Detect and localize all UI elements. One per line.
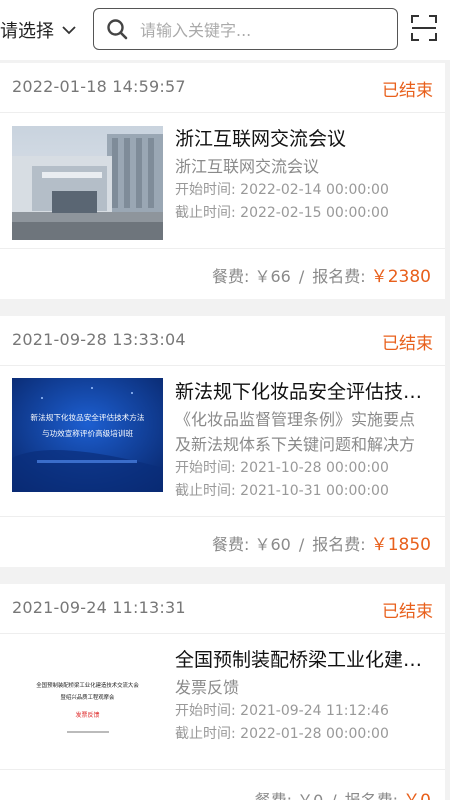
event-info: 全国预制装配桥梁工业化建造技术交流大会 发票反馈 开始时间: 2021-09-2…: [175, 647, 425, 746]
start-time-label: 开始时间:: [175, 703, 236, 719]
meal-fee-label: 餐费:: [255, 791, 292, 800]
start-time-row: 开始时间: 2021-10-28 00:00:00: [175, 457, 425, 480]
fee-separator: /: [331, 791, 336, 800]
start-time-value: 2021-10-28 00:00:00: [240, 460, 389, 476]
fee-row: 餐费: ￥60 / 报名费: ￥1850: [212, 530, 431, 555]
start-time-row: 开始时间: 2021-09-24 11:12:46: [175, 700, 425, 723]
event-title[interactable]: 浙江互联网交流会议: [175, 126, 425, 152]
reg-fee-value: ￥0: [403, 791, 431, 800]
event-subtitle: 浙江互联网交流会议: [175, 157, 320, 176]
event-card[interactable]: 2021-09-28 13:33:04 已结束 新法规下化妆品安全评估技术方法 …: [0, 316, 445, 567]
meal-fee-label: 餐费:: [211, 535, 250, 554]
end-time-label: 截止时间:: [175, 205, 236, 221]
event-thumbnail: 全国预制装配桥梁工业化建造技术交流大会 暨绍兴品质工程观摩会 发票反馈: [12, 647, 163, 761]
thumb-text: 新法规下化妆品安全评估技术方法: [31, 412, 145, 422]
event-info: 浙江互联网交流会议 浙江互联网交流会议 开始时间: 2022-02-14 00:…: [175, 126, 425, 225]
event-card[interactable]: 2022-01-18 14:59:57 已结束 浙江互联网交流会议 浙江互联网交…: [0, 63, 445, 299]
end-time-value: 2021-10-31 00:00:00: [240, 483, 389, 499]
fee-row: 餐费: ￥0 / 报名费: ￥0: [255, 786, 431, 800]
created-time: 2021-09-28 13:33:04: [12, 330, 186, 349]
event-subtitle: 发票反馈: [175, 678, 240, 697]
card-body: 浙江互联网交流会议 浙江互联网交流会议 开始时间: 2022-02-14 00:…: [0, 113, 445, 249]
start-time-value: 2021-09-24 11:12:46: [240, 703, 389, 719]
end-time-row: 截止时间: 2021-10-31 00:00:00: [175, 480, 425, 503]
thumb-text: 暨绍兴品质工程观摩会: [61, 693, 116, 701]
event-card[interactable]: 2021-09-24 11:13:31 已结束 全国预制装配桥梁工业化建造技术交…: [0, 584, 445, 800]
card-header: 2022-01-18 14:59:57 已结束: [0, 63, 445, 113]
reg-fee-label: 报名费:: [345, 791, 398, 800]
event-subtitle: 《化妆品监督管理条例》实施要点及新法规体系下关键问题和解决方案: [175, 410, 416, 454]
event-thumbnail: [12, 126, 163, 240]
meal-fee-value: ￥60: [254, 535, 291, 554]
status-badge: 已结束: [382, 602, 433, 622]
start-time-value: 2022-02-14 00:00:00: [240, 182, 389, 198]
card-footer: 餐费: ￥66 / 报名费: ￥2380: [0, 249, 445, 299]
reg-fee-value: ￥2380: [370, 267, 431, 287]
meal-fee-label: 餐费:: [211, 267, 250, 286]
status-badge: 已结束: [382, 334, 433, 354]
event-title[interactable]: 全国预制装配桥梁工业化建造技术交流大会: [175, 647, 425, 673]
start-time-label: 开始时间:: [175, 460, 236, 476]
chevron-down-icon: [62, 26, 76, 35]
reg-fee-label: 报名费:: [312, 267, 366, 286]
meal-fee-value: ￥0: [297, 791, 323, 800]
thumb-text: 与功效宣称评价高级培训班: [42, 428, 134, 438]
fee-separator: /: [298, 535, 305, 554]
card-footer: 餐费: ￥60 / 报名费: ￥1850: [0, 517, 445, 567]
search-box[interactable]: 请输入关键字...: [93, 8, 398, 50]
meal-fee-value: ￥66: [254, 267, 291, 286]
end-time-label: 截止时间:: [175, 483, 236, 499]
end-time-value: 2022-02-15 00:00:00: [240, 205, 389, 221]
thumb-text: 发票反馈: [75, 711, 99, 719]
start-time-row: 开始时间: 2022-02-14 00:00:00: [175, 179, 425, 202]
fee-row: 餐费: ￥66 / 报名费: ￥2380: [212, 262, 431, 287]
top-bar: 请选择 请输入关键字...: [0, 0, 450, 60]
category-select[interactable]: 请选择: [0, 17, 78, 43]
reg-fee-label: 报名费:: [312, 535, 366, 554]
created-time: 2021-09-24 11:13:31: [12, 598, 186, 617]
start-time-label: 开始时间:: [175, 182, 236, 198]
created-time: 2022-01-18 14:59:57: [12, 77, 186, 96]
event-info: 新法规下化妆品安全评估技术方法与功效宣称评价高级培训班 《化妆品监督管理条例》实…: [175, 379, 425, 503]
card-body: 新法规下化妆品安全评估技术方法 与功效宣称评价高级培训班 新法规下化妆品安全评估…: [0, 366, 445, 517]
card-footer: 餐费: ￥0 / 报名费: ￥0: [0, 770, 445, 800]
reg-fee-value: ￥1850: [370, 535, 431, 555]
event-thumbnail: 新法规下化妆品安全评估技术方法 与功效宣称评价高级培训班: [12, 378, 163, 492]
scan-icon[interactable]: [410, 14, 438, 42]
end-time-value: 2022-01-28 00:00:00: [240, 726, 389, 742]
search-input[interactable]: 请输入关键字...: [140, 17, 251, 41]
thumb-text: 全国预制装配桥梁工业化建造技术交流大会: [36, 681, 139, 689]
search-icon: [107, 19, 128, 40]
status-badge: 已结束: [382, 81, 433, 101]
card-body: 全国预制装配桥梁工业化建造技术交流大会 暨绍兴品质工程观摩会 发票反馈 全国预制…: [0, 634, 445, 770]
event-title[interactable]: 新法规下化妆品安全评估技术方法与功效宣称评价高级培训班: [175, 379, 425, 405]
end-time-row: 截止时间: 2022-02-15 00:00:00: [175, 202, 425, 225]
end-time-label: 截止时间:: [175, 726, 236, 742]
end-time-row: 截止时间: 2022-01-28 00:00:00: [175, 723, 425, 746]
category-select-label: 请选择: [0, 21, 54, 42]
fee-separator: /: [298, 267, 305, 286]
card-header: 2021-09-28 13:33:04 已结束: [0, 316, 445, 366]
card-header: 2021-09-24 11:13:31 已结束: [0, 584, 445, 634]
